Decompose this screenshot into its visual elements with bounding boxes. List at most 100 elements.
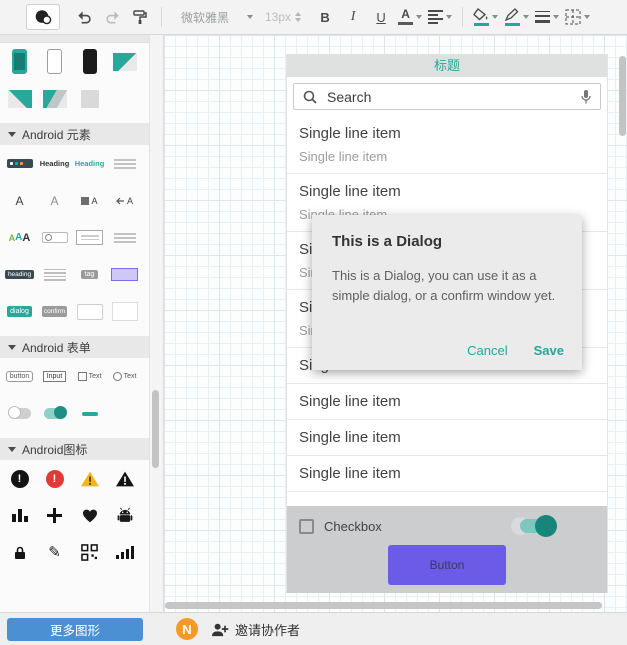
shape-heart-icon[interactable] xyxy=(76,502,103,529)
sidebar-scrollbar-thumb[interactable] xyxy=(152,390,159,468)
fill-color-button[interactable] xyxy=(470,5,501,29)
shape-warning-icon-yellow[interactable] xyxy=(76,465,103,492)
shape-toggle-on[interactable] xyxy=(41,400,68,427)
form-shapes-row: button Input Text Text xyxy=(0,358,149,395)
text-color-icon: A xyxy=(398,8,414,25)
align-left-icon xyxy=(428,10,444,24)
shape-image-placeholder[interactable] xyxy=(6,85,33,112)
shape-signal-bars-icon[interactable] xyxy=(111,539,138,566)
underline-button[interactable]: U xyxy=(367,5,395,29)
list-item[interactable]: Single line item Single line item xyxy=(287,116,607,174)
font-size-stepper[interactable]: 13px xyxy=(265,10,302,24)
shape-panel[interactable] xyxy=(111,298,138,325)
shape-tool-button[interactable] xyxy=(26,4,60,30)
line-color-button[interactable] xyxy=(501,5,532,29)
section-header-android-forms[interactable]: Android 表单 xyxy=(0,336,149,358)
shape-tag-chip[interactable]: tag xyxy=(76,261,103,288)
shape-typography[interactable]: AAA xyxy=(6,224,33,251)
font-family-select[interactable]: 微软雅黑 xyxy=(177,9,257,26)
shape-text-lines[interactable] xyxy=(111,224,138,251)
invite-collaborator-label[interactable]: 邀请协作者 xyxy=(235,620,300,639)
shape-phone-black[interactable] xyxy=(76,48,103,75)
mockup-button[interactable]: Button xyxy=(388,545,506,585)
save-button[interactable]: Save xyxy=(534,343,564,358)
shape-input[interactable]: Input xyxy=(41,363,68,390)
add-collaborator-icon[interactable] xyxy=(210,622,229,637)
redo-button[interactable] xyxy=(98,5,126,29)
shape-text-lines[interactable] xyxy=(41,261,68,288)
shape-slider[interactable] xyxy=(76,400,103,427)
shape-lock-icon[interactable] xyxy=(6,539,33,566)
shape-heading-chip[interactable]: heading xyxy=(4,261,35,288)
mockup-titlebar[interactable]: 标题 xyxy=(287,55,607,77)
canvas[interactable]: 标题 Search Single line item Single line i… xyxy=(164,35,627,612)
mockup-search-wrap: Search xyxy=(287,77,607,116)
shape-search-box[interactable] xyxy=(41,224,68,251)
shape-radio[interactable]: Text xyxy=(111,363,138,390)
text-color-button[interactable]: A xyxy=(395,5,425,29)
switch-knob xyxy=(535,515,557,537)
italic-button[interactable]: I xyxy=(339,5,367,29)
more-shapes-button[interactable]: 更多图形 xyxy=(7,617,143,641)
undo-button[interactable] xyxy=(70,5,98,29)
sidebar-scrollbar[interactable] xyxy=(149,35,164,612)
collapse-triangle-icon xyxy=(8,344,16,350)
shape-bar-chart-icon[interactable] xyxy=(6,502,33,529)
shape-image-placeholder[interactable] xyxy=(111,48,138,75)
form-shapes-row xyxy=(0,395,149,432)
section-header-android-elements[interactable]: Android 元素 xyxy=(0,123,149,145)
mockup-search-bar[interactable]: Search xyxy=(293,83,601,110)
format-painter-button[interactable] xyxy=(126,5,154,29)
border-style-button[interactable] xyxy=(562,5,593,29)
left-arrow-icon xyxy=(116,197,124,204)
shape-heading-teal[interactable]: Heading xyxy=(75,150,105,177)
shape-letter-dark[interactable]: A xyxy=(6,187,33,214)
shape-error-icon-red[interactable] xyxy=(41,465,68,492)
shape-toggle-off[interactable] xyxy=(6,400,33,427)
shape-input-box[interactable] xyxy=(76,224,103,251)
shape-arrow-with-text[interactable]: A xyxy=(111,187,138,214)
shape-highlight-input[interactable] xyxy=(111,261,138,288)
shape-qr-code-icon[interactable] xyxy=(76,539,103,566)
radio-icon xyxy=(112,372,122,381)
line-style-button[interactable] xyxy=(532,5,562,29)
text-align-button[interactable] xyxy=(425,5,455,29)
bar-chart-icon xyxy=(11,509,28,522)
shape-confirm-chip[interactable]: confirm xyxy=(41,298,68,325)
shape-image-with-text[interactable]: A xyxy=(76,187,103,214)
shape-appbar[interactable] xyxy=(6,150,33,177)
shape-letter-light[interactable]: A xyxy=(41,187,68,214)
shape-android-icon[interactable] xyxy=(111,502,138,529)
user-avatar[interactable]: N xyxy=(176,618,198,640)
pencil-icon xyxy=(48,543,61,562)
section-header-android-icons[interactable]: Android图标 xyxy=(0,438,149,460)
mockup-dialog[interactable]: This is a Dialog This is a Dialog, you c… xyxy=(312,215,582,370)
shape-phone-outline[interactable] xyxy=(41,48,68,75)
pen-icon xyxy=(504,8,520,26)
shape-text-lines[interactable] xyxy=(111,150,138,177)
canvas-vertical-scrollbar[interactable] xyxy=(619,56,626,136)
shape-pencil-icon[interactable] xyxy=(41,539,68,566)
toggle-switch[interactable] xyxy=(511,515,557,537)
checkbox[interactable] xyxy=(299,518,314,534)
canvas-horizontal-scrollbar[interactable] xyxy=(165,602,602,609)
shape-image-placeholder[interactable] xyxy=(41,85,68,112)
bold-button[interactable]: B xyxy=(311,5,339,29)
shape-error-icon-black[interactable] xyxy=(6,465,33,492)
shape-dialog-chip[interactable]: dialog xyxy=(6,298,33,325)
shape-plus-icon[interactable] xyxy=(41,502,68,529)
shape-gray-square[interactable] xyxy=(76,85,103,112)
shape-card[interactable] xyxy=(76,298,103,325)
list-item[interactable]: Single line item xyxy=(287,456,607,492)
shape-phone-teal[interactable] xyxy=(6,48,33,75)
shape-button[interactable]: button xyxy=(5,363,34,390)
line-weights-icon xyxy=(535,11,551,23)
shape-heading-dark[interactable]: Heading xyxy=(40,150,70,177)
cancel-button[interactable]: Cancel xyxy=(467,343,507,358)
list-item[interactable]: Single line item xyxy=(287,384,607,420)
shape-warning-icon-black[interactable] xyxy=(111,465,138,492)
shape-checkbox[interactable]: Text xyxy=(76,363,103,390)
list-item[interactable]: Single line item xyxy=(287,420,607,456)
android-mockup[interactable]: 标题 Search Single line item Single line i… xyxy=(287,55,607,593)
mic-icon[interactable] xyxy=(580,89,592,105)
